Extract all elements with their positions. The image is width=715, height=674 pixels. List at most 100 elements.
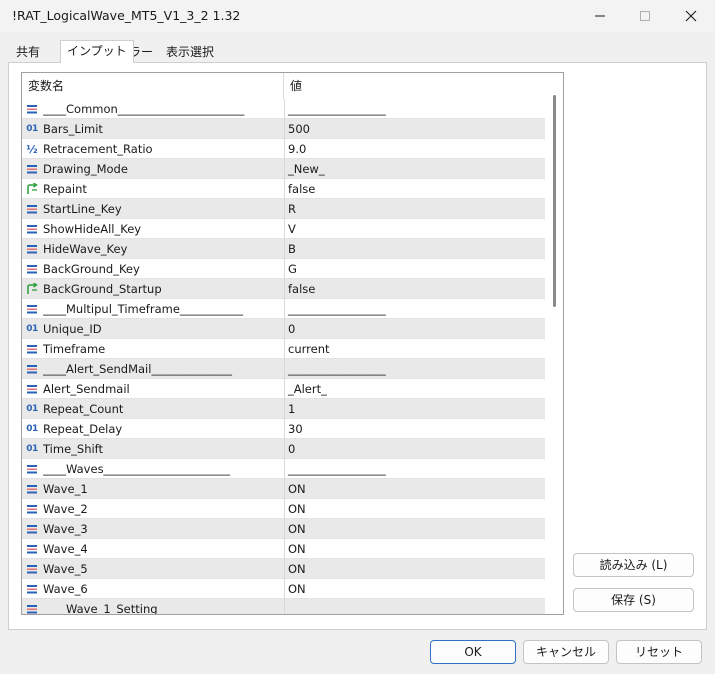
variable-name: ____Common______________________ xyxy=(43,102,245,116)
variable-value[interactable]: false xyxy=(284,279,545,299)
variable-name: Wave_2 xyxy=(43,502,88,516)
variable-name: ____Wave_1_Setting xyxy=(43,602,158,615)
list-icon xyxy=(25,202,39,216)
variable-value[interactable]: ON xyxy=(284,539,545,559)
table-row[interactable]: Wave_1 ON xyxy=(22,479,545,499)
table-row[interactable]: Wave_2 ON xyxy=(22,499,545,519)
table-row[interactable]: StartLine_Key R xyxy=(22,199,545,219)
variable-name: Time_Shift xyxy=(43,442,104,456)
list-icon xyxy=(25,262,39,276)
int-icon: 01 xyxy=(26,424,38,434)
scrollbar-thumb[interactable] xyxy=(553,95,556,307)
variable-name: Alert_Sendmail xyxy=(43,382,130,396)
table-row[interactable]: Wave_3 ON xyxy=(22,519,545,539)
list-icon xyxy=(25,362,39,376)
table-row[interactable]: ____Alert_SendMail______________ ________… xyxy=(22,359,545,379)
variable-value[interactable]: current xyxy=(284,339,545,359)
variable-value[interactable]: 0 xyxy=(284,439,545,459)
table-row[interactable]: ____Common______________________ ________… xyxy=(22,99,545,119)
table-row[interactable]: HideWave_Key B xyxy=(22,239,545,259)
variable-value[interactable]: V xyxy=(284,219,545,239)
list-icon xyxy=(25,162,39,176)
close-icon xyxy=(685,10,697,22)
variable-value[interactable]: 0 xyxy=(284,319,545,339)
variable-name: BackGround_Startup xyxy=(43,282,162,296)
variable-value[interactable]: ON xyxy=(284,499,545,519)
load-button[interactable]: 読み込み (L) xyxy=(573,553,694,577)
list-icon xyxy=(25,342,39,356)
cancel-button[interactable]: キャンセル xyxy=(523,640,609,664)
variable-value[interactable]: _________________ xyxy=(284,99,545,119)
variable-value[interactable]: 30 xyxy=(284,419,545,439)
variable-value[interactable]: G xyxy=(284,259,545,279)
variable-value[interactable]: ON xyxy=(284,479,545,499)
minimize-button[interactable] xyxy=(577,0,623,32)
variable-name: Timeframe xyxy=(43,342,106,356)
tab-common[interactable]: 共有 xyxy=(10,42,46,62)
save-button[interactable]: 保存 (S) xyxy=(573,588,694,612)
variable-value[interactable]: ON xyxy=(284,559,545,579)
variable-name: ShowHideAll_Key xyxy=(43,222,142,236)
table-row[interactable]: 01 Repeat_Count 1 xyxy=(22,399,545,419)
table-row[interactable]: ____Multipul_Timeframe___________ _______… xyxy=(22,299,545,319)
variable-value[interactable]: _________________ xyxy=(284,359,545,379)
column-header-variable[interactable]: 変数名 xyxy=(22,73,284,99)
variable-value[interactable]: B xyxy=(284,239,545,259)
variable-value[interactable]: _________________ xyxy=(284,459,545,479)
table-row[interactable]: ____Wave_1_Setting xyxy=(22,599,545,615)
ok-button[interactable]: OK xyxy=(430,640,516,664)
variable-value[interactable]: ON xyxy=(284,579,545,599)
variable-value[interactable]: _Alert_ xyxy=(284,379,545,399)
inputs-panel: 変数名 値 ____Common______________________ __… xyxy=(8,62,707,630)
variable-value[interactable]: 9.0 xyxy=(284,139,545,159)
table-row[interactable]: Wave_6 ON xyxy=(22,579,545,599)
table-row[interactable]: Drawing_Mode _New_ xyxy=(22,159,545,179)
table-row[interactable]: 01 Time_Shift 0 xyxy=(22,439,545,459)
table-row[interactable]: 01 Bars_Limit 500 xyxy=(22,119,545,139)
table-row[interactable]: Wave_5 ON xyxy=(22,559,545,579)
minimize-icon xyxy=(595,15,605,17)
variable-value[interactable]: _New_ xyxy=(284,159,545,179)
fraction-icon: ½ xyxy=(26,142,38,156)
table-row[interactable]: ShowHideAll_Key V xyxy=(22,219,545,239)
variable-name: Wave_5 xyxy=(43,562,88,576)
table-row[interactable]: Alert_Sendmail _Alert_ xyxy=(22,379,545,399)
table-row[interactable]: ____Waves______________________ _________… xyxy=(22,459,545,479)
list-icon xyxy=(25,582,39,596)
int-icon: 01 xyxy=(26,324,38,334)
table-row[interactable]: Repaint false xyxy=(22,179,545,199)
grid-header: 変数名 値 xyxy=(22,73,545,99)
table-row[interactable]: ½ Retracement_Ratio 9.0 xyxy=(22,139,545,159)
int-icon: 01 xyxy=(26,444,38,454)
variable-value[interactable]: 1 xyxy=(284,399,545,419)
list-icon xyxy=(25,562,39,576)
table-row[interactable]: 01 Repeat_Delay 30 xyxy=(22,419,545,439)
table-row[interactable]: Wave_4 ON xyxy=(22,539,545,559)
variable-name: ____Multipul_Timeframe___________ xyxy=(43,302,244,316)
reset-button[interactable]: リセット xyxy=(616,640,702,664)
variable-value[interactable]: false xyxy=(284,179,545,199)
variable-value[interactable]: _________________ xyxy=(284,299,545,319)
bool-icon xyxy=(25,182,39,196)
vertical-scrollbar[interactable] xyxy=(545,73,563,614)
variable-value[interactable] xyxy=(284,599,545,614)
inputs-grid: 変数名 値 ____Common______________________ __… xyxy=(21,72,564,615)
table-row[interactable]: BackGround_Key G xyxy=(22,259,545,279)
variable-name: ____Waves______________________ xyxy=(43,462,231,476)
variable-value[interactable]: R xyxy=(284,199,545,219)
table-row[interactable]: BackGround_Startup false xyxy=(22,279,545,299)
title-bar[interactable]: !RAT_LogicalWave_MT5_V1_3_2 1.32 xyxy=(0,0,715,32)
variable-value[interactable]: 500 xyxy=(284,119,545,139)
variable-value[interactable]: ON xyxy=(284,519,545,539)
tab-inputs[interactable]: インプット xyxy=(60,40,134,63)
variable-name: BackGround_Key xyxy=(43,262,140,276)
list-icon xyxy=(25,462,39,476)
variable-name: HideWave_Key xyxy=(43,242,128,256)
list-icon xyxy=(25,522,39,536)
tab-visualization[interactable]: 表示選択 xyxy=(160,42,220,62)
column-header-value[interactable]: 値 xyxy=(284,73,545,99)
table-row[interactable]: Timeframe current xyxy=(22,339,545,359)
close-button[interactable] xyxy=(668,0,714,32)
variable-name: Repeat_Delay xyxy=(43,422,123,436)
table-row[interactable]: 01 Unique_ID 0 xyxy=(22,319,545,339)
